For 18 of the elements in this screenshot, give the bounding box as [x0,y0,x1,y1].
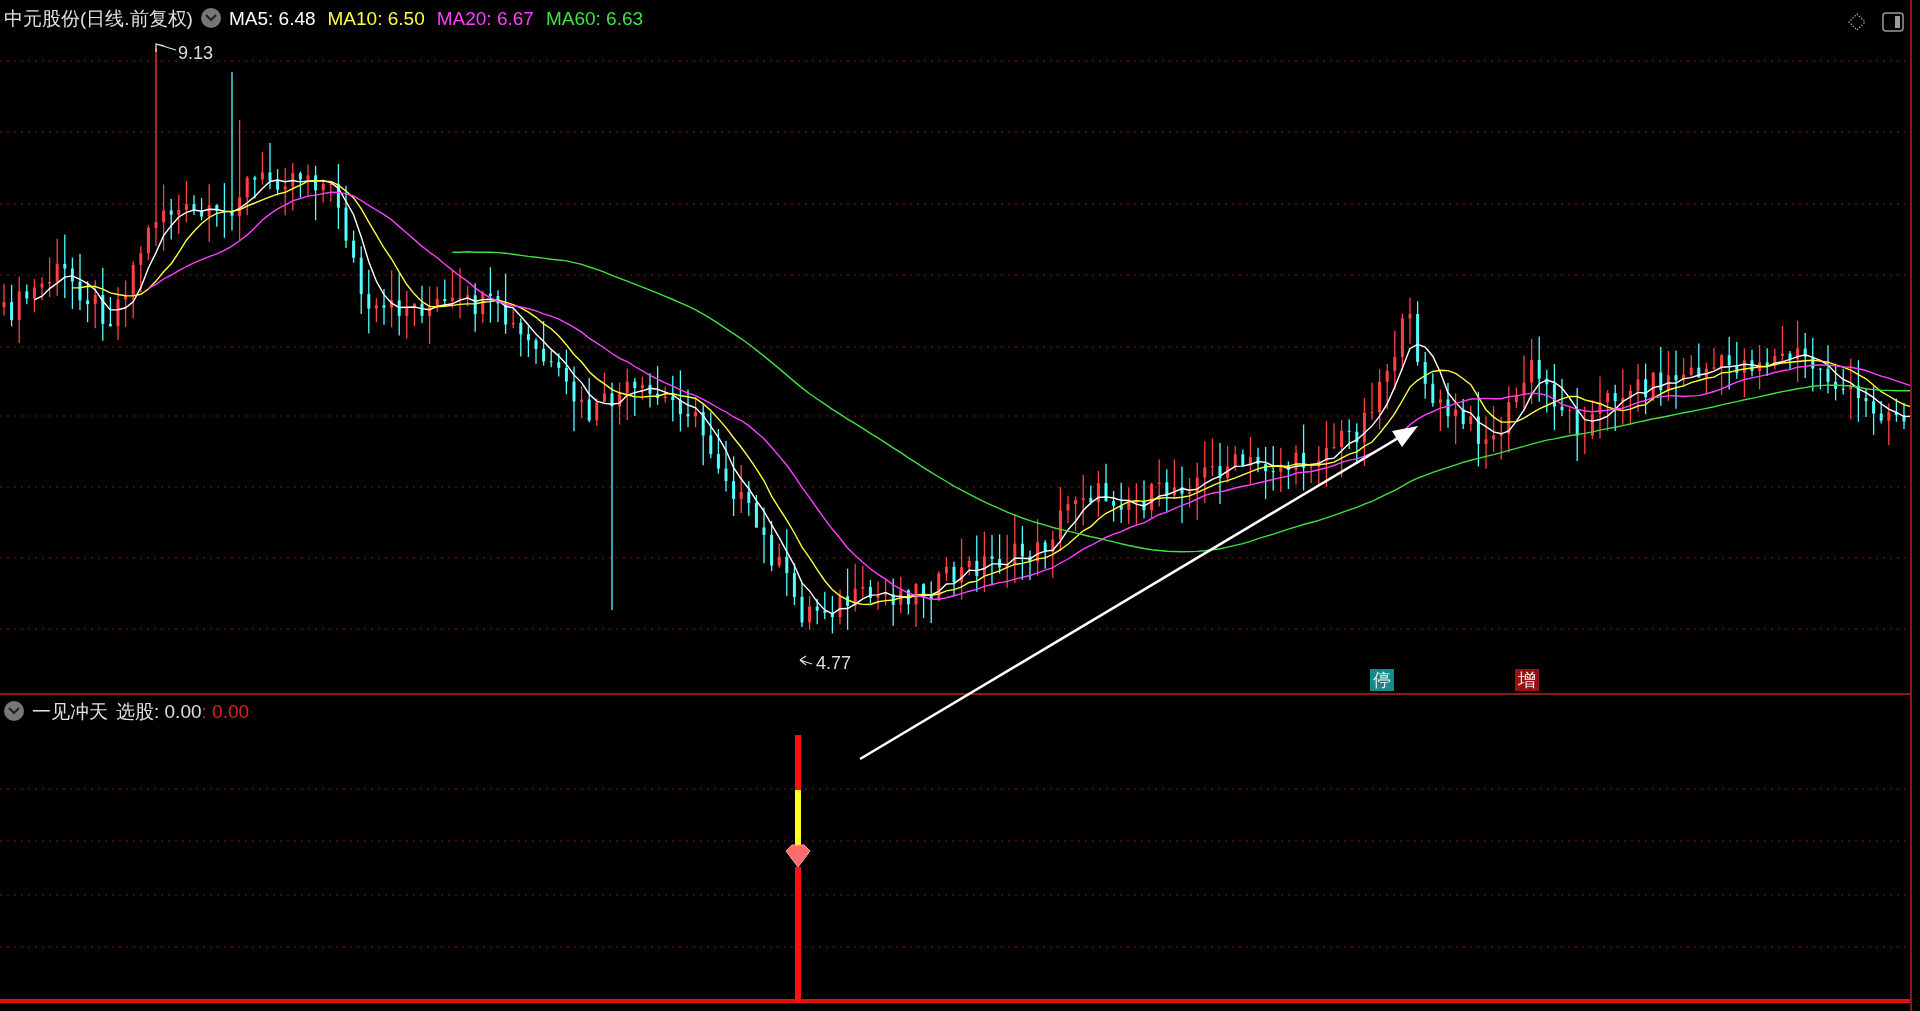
leader-line [799,655,813,666]
chart-title: 中元股份(日线.前复权) [4,8,193,28]
leader-line [155,43,177,53]
ma-legend-label: MA60: 6.63 [545,8,644,28]
diamond-icon[interactable] [1848,13,1866,31]
indicator-name: 一见冲天 [32,701,108,721]
ma-legend-label: MA20: 6.67 [436,8,534,28]
indicator-value: : 0.00 [201,701,250,721]
signal-badge: 停 [1370,669,1394,691]
signal-badge: 增 [1515,669,1539,691]
ma-legend-label: MA5: 6.48 [228,8,316,28]
panel-toggle-icon[interactable] [1882,12,1904,32]
ma-legend-label: MA10: 6.50 [327,8,425,28]
dropdown-icon[interactable] [4,701,24,721]
dropdown-icon[interactable] [200,8,221,28]
indicator-label: 选股: 0.00 [116,701,202,721]
high-price-label: 9.13 [178,44,214,62]
low-price-label: 4.77 [816,654,852,672]
